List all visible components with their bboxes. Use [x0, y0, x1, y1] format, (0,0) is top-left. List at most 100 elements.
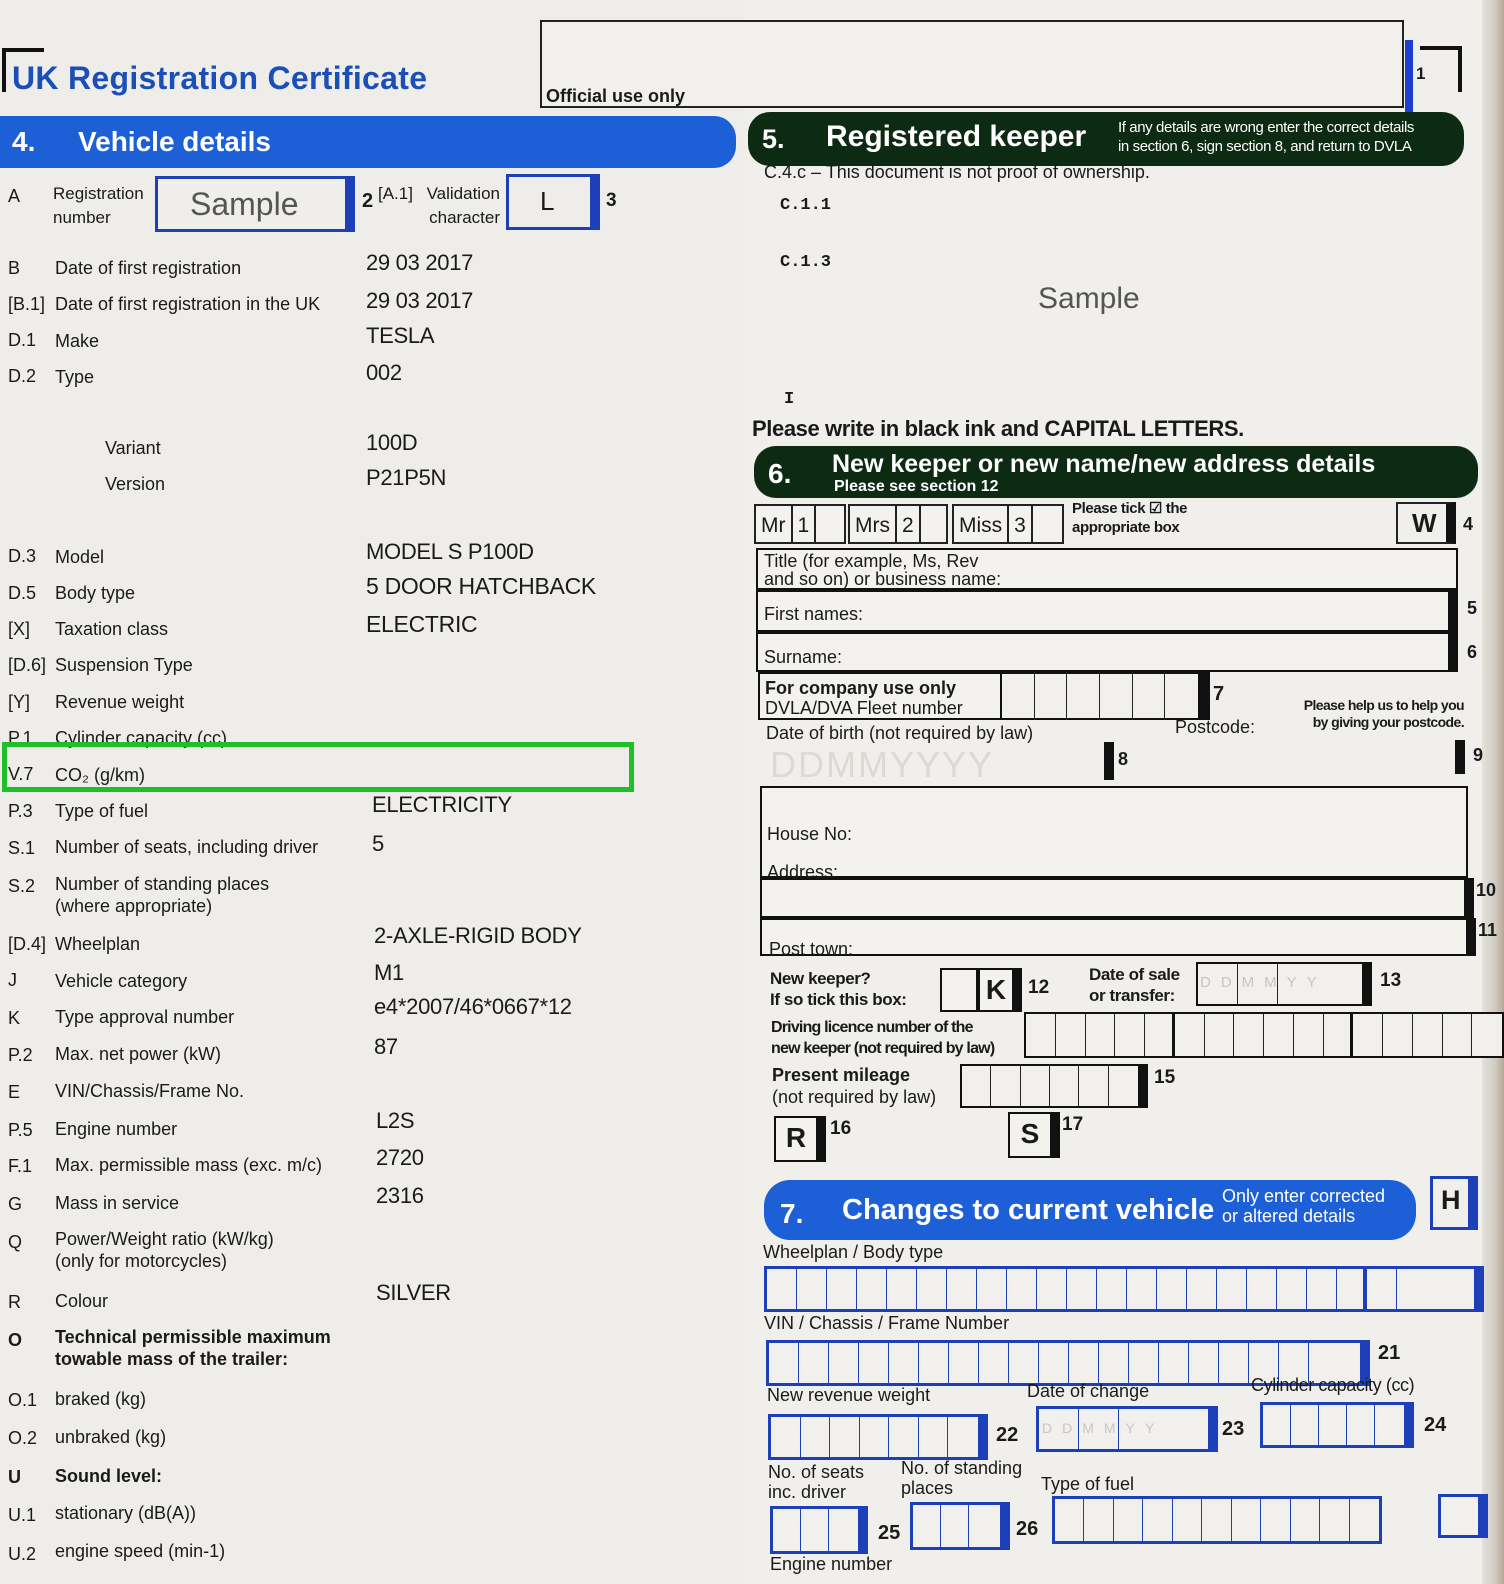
k-box: K	[978, 968, 1022, 1012]
fleet-number-cells[interactable]	[1000, 672, 1208, 720]
box-number-5: 5	[1467, 598, 1478, 618]
row-label: Colour	[55, 1291, 109, 1311]
title-miss-tick[interactable]	[1033, 506, 1059, 542]
row-label: Taxation class	[55, 619, 169, 639]
row-label: Date of first registration in the UK	[55, 294, 321, 314]
row-code: P.2	[8, 1045, 33, 1065]
type-of-fuel-label: Type of fuel	[1041, 1474, 1135, 1494]
company-label: For company use only DVLA/DVA Fleet numb…	[765, 678, 963, 718]
row-code: B	[8, 258, 21, 278]
s-box: S	[1008, 1112, 1060, 1158]
post-town-field[interactable]	[760, 918, 1476, 956]
surname-field[interactable]	[756, 632, 1458, 672]
row-value: 002	[366, 360, 402, 385]
box-number-11: 11	[1478, 920, 1498, 940]
box-number-13: 13	[1380, 970, 1402, 991]
row-code: [Y]	[8, 692, 31, 712]
box-number-7: 7	[1213, 683, 1225, 705]
row-value: 29 03 2017	[366, 288, 474, 313]
mileage-cells[interactable]	[960, 1064, 1148, 1108]
cylinder-capacity-cells[interactable]	[1260, 1402, 1414, 1448]
standing-label-line1: No. of standing	[901, 1458, 1023, 1478]
row-value: ELECTRICITY	[372, 792, 512, 817]
standing-label-line2: places	[901, 1478, 954, 1498]
box-number-23: 23	[1222, 1418, 1245, 1440]
title-mr-checkbox[interactable]: Mr 1	[754, 504, 846, 544]
row-value: 2720	[376, 1145, 424, 1170]
title-miss-checkbox[interactable]: Miss 3	[952, 504, 1064, 544]
postcode-field[interactable]	[1196, 742, 1452, 780]
postcode-note-line1: Please help us to help you	[1303, 697, 1465, 713]
title-miss-label: Miss	[954, 506, 1010, 542]
house-address-field[interactable]	[760, 786, 1468, 878]
new-keeper-label-line1: New keeper?	[770, 969, 871, 988]
title-mrs-tick[interactable]	[921, 506, 946, 542]
title-mr-tick[interactable]	[816, 506, 842, 542]
title-mrs-checkbox[interactable]: Mrs 2	[848, 504, 948, 544]
box-number-12: 12	[1028, 977, 1050, 998]
row-label: Variant	[105, 438, 161, 458]
dob-label: Date of birth (not required by law)	[766, 723, 1034, 743]
mileage-label-line1: Present mileage	[772, 1065, 911, 1085]
row-label: Engine number	[55, 1119, 178, 1139]
row-code: S.1	[8, 838, 36, 858]
extra-box[interactable]	[1438, 1494, 1488, 1538]
title-business-name-label: Title (for example, Ms, Rev and so on) o…	[764, 552, 1001, 588]
row-value: e4*2007/46*0667*12	[374, 994, 572, 1019]
row-label-line1: Power/Weight ratio (kW/kg)	[55, 1229, 274, 1249]
section-6-title: New keeper or new name/new address detai…	[832, 450, 1376, 478]
new-keeper-checkbox[interactable]	[940, 968, 978, 1012]
date-change-placeholder: DDMMYY	[1042, 1420, 1165, 1436]
seats-label-line2: inc. driver	[768, 1482, 847, 1502]
dob-placeholder[interactable]: DDMMYYYY	[770, 744, 994, 786]
instruction-text: Please write in black ink and CAPITAL LE…	[752, 416, 1244, 442]
row-label: Date of first registration	[55, 258, 242, 278]
section-5-note-line1: If any details are wrong enter the corre…	[1118, 119, 1414, 136]
row-label: Max. net power (kW)	[55, 1044, 222, 1064]
row-label: Type	[55, 367, 95, 387]
title-mrs-label: Mrs	[850, 506, 897, 542]
row-label: Wheelplan	[55, 934, 141, 954]
row-code: J	[8, 970, 17, 990]
surname-label: Surname:	[764, 647, 843, 667]
type-of-fuel-cells[interactable]	[1052, 1496, 1382, 1544]
seats-cells[interactable]	[770, 1506, 868, 1554]
row-value: 2-AXLE-RIGID BODY	[374, 923, 582, 948]
row-label: Type of fuel	[55, 801, 149, 821]
dob-field-end	[1104, 742, 1114, 780]
box-number-22: 22	[996, 1424, 1019, 1446]
row-code: [D.4]	[8, 934, 47, 954]
engine-number-label: Engine number	[770, 1554, 893, 1574]
row-label-line2: (only for motorcycles)	[55, 1251, 228, 1271]
ownership-note: C.4.c – This document is not proof of ow…	[764, 162, 1150, 182]
address-line-field[interactable]	[760, 878, 1474, 918]
revenue-weight-cells[interactable]	[768, 1414, 988, 1460]
title-mr-label: Mr	[756, 506, 793, 542]
row-code: O	[8, 1330, 23, 1350]
row-code: [B.1]	[8, 294, 46, 314]
title-miss-num: 3	[1009, 506, 1033, 542]
section-5-header: 5. Registered keeper If any details are …	[748, 112, 1464, 166]
section-7-number: 7.	[780, 1198, 804, 1229]
row-code: D.3	[8, 546, 37, 566]
c11-label: C.1.1	[780, 196, 832, 215]
title-field-label-line2: and so on) or business name:	[764, 569, 1002, 589]
section-6-subtitle: Please see section 12	[834, 478, 999, 495]
section-6-number: 6.	[768, 458, 792, 489]
title-mrs-num: 2	[897, 506, 921, 542]
post-town-label: Post town:	[769, 939, 854, 959]
section-7-note-line1: Only enter corrected	[1222, 1186, 1386, 1206]
wheelplan-body-cells[interactable]	[764, 1266, 1484, 1312]
row-label-line2: (where appropriate)	[55, 896, 213, 916]
postcode-note-line2: by giving your postcode.	[1312, 714, 1465, 730]
registration-number-value: Sample	[190, 186, 299, 222]
row-value: MODEL S P100D	[366, 539, 534, 564]
title-field-label-line1: Title (for example, Ms, Rev	[764, 551, 979, 571]
row-label: unbraked (kg)	[55, 1427, 167, 1447]
driving-licence-cells[interactable]	[1024, 1012, 1504, 1058]
row-label: Suspension Type	[55, 655, 193, 675]
page-number: 1	[1416, 64, 1426, 83]
standing-cells[interactable]	[910, 1502, 1010, 1550]
new-keeper-label-line2: If so tick this box:	[770, 990, 907, 1009]
instruction-prefix: Please write in black ink and	[752, 416, 1045, 441]
